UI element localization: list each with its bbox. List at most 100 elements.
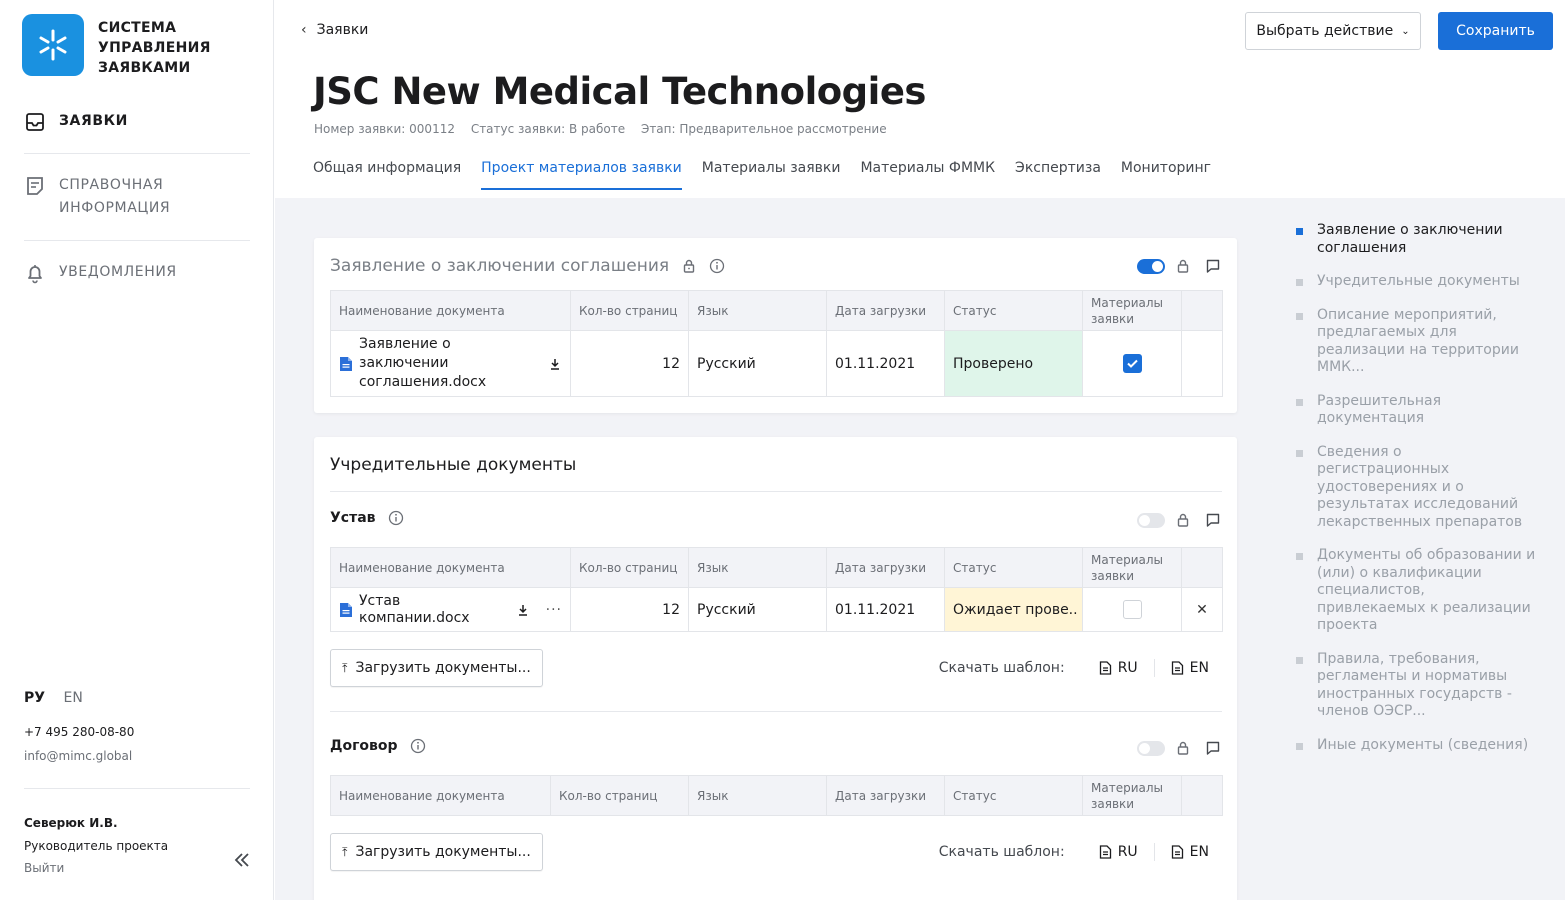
tab-fmmk[interactable]: Материалы ФММК [860,160,995,190]
materials-checkbox[interactable] [1122,600,1142,619]
logo-icon[interactable] [22,14,84,76]
column-header: Наименование документа [330,547,571,588]
visibility-toggle[interactable] [1137,512,1165,528]
subsection-title: Устав [330,510,404,526]
column-header: Статус [944,775,1083,816]
logout-link[interactable]: Выйти [24,861,64,875]
documents-table: Наименование документа Кол-во страниц Яз… [330,775,1223,816]
anchor-label: Правила, требования, регламенты и нормат… [1317,650,1512,720]
anchor-link[interactable]: Иные документы (сведения) [1296,737,1536,755]
anchor-link[interactable]: Заявление о заключении соглашения [1296,222,1536,257]
column-header: Материалы заявки [1082,290,1182,331]
sidebar-item-notifications[interactable]: УВЕДОМЛЕНИЯ [24,261,250,284]
save-button[interactable]: Сохранить [1438,12,1553,50]
language-switch: РУ EN [24,690,97,706]
column-header: Статус [944,290,1083,331]
column-header: Дата загрузки [826,290,945,331]
anchor-link[interactable]: Документы об образовании и (или) о квали… [1296,547,1536,635]
more-options-icon[interactable]: ··· [546,602,562,618]
column-header: Кол-во страниц [550,775,689,816]
doc-name-link[interactable]: Устав компании.docx [359,593,508,627]
anchor-link[interactable]: Разрешительная документация [1296,393,1536,428]
brand-line: СИСТЕМА [98,20,177,36]
upload-label: Загрузить документы... [355,844,531,860]
upload-documents-button[interactable]: ⤒ Загрузить документы... [330,649,543,687]
delete-icon[interactable]: ✕ [1181,587,1223,632]
user-role: Руководитель проекта [24,839,169,853]
bullet-icon [1296,449,1303,457]
anchor-link[interactable]: Описание мероприятий, предлагаемых для р… [1296,307,1536,377]
info-icon[interactable] [709,258,725,274]
doc-name-link[interactable]: Заявление о заключении соглашения.docx [359,335,540,392]
docx-file-icon [340,356,352,371]
docx-file-icon [340,602,352,617]
chevron-down-icon: ⌄ [1401,25,1410,37]
anchor-link[interactable]: Сведения о регистрационных удостоверения… [1296,444,1536,532]
download-icon[interactable] [516,603,530,617]
anchor-label: Сведения о регистрационных удостоверения… [1317,443,1523,530]
collapse-sidebar-icon[interactable] [232,850,252,870]
documents-table: Наименование документа Кол-во страниц Яз… [330,290,1223,397]
subsection-title-text: Устав [330,510,376,526]
column-header: Язык [688,775,827,816]
section-title: Заявление о заключении соглашения [330,256,725,276]
subsection-title-text: Договор [330,738,398,754]
upload-label: Загрузить документы... [355,660,531,676]
visibility-toggle[interactable] [1137,258,1165,274]
tab-materials[interactable]: Материалы заявки [702,160,841,190]
template-en-link[interactable]: EN [1171,660,1209,676]
divider [1153,843,1155,861]
cell-doc-name: Заявление о заключении соглашения.docx [330,330,571,397]
template-ru-link[interactable]: RU [1099,844,1138,860]
table-row: Устав компании.docx ··· 12 Русский 01.11… [330,587,1223,632]
lock-icon[interactable] [1175,258,1191,274]
card-founding-documents: Учредительные документы Устав Наименован… [314,437,1237,900]
anchor-label: Разрешительная документация [1317,392,1441,427]
tab-general[interactable]: Общая информация [313,160,461,190]
anchor-label: Заявление о заключении соглашения [1317,222,1503,256]
divider [24,153,250,154]
visibility-toggle[interactable] [1137,740,1165,756]
info-icon[interactable] [388,510,404,526]
lock-icon[interactable] [1175,512,1191,528]
contact-phone[interactable]: +7 495 280-08-80 [24,725,134,739]
sidebar: СИСТЕМА УПРАВЛЕНИЯ ЗАЯВКАМИ ЗАЯВКИ СПРАВ… [0,0,274,900]
lock-icon [683,259,695,273]
divider [24,788,250,789]
anchor-label: Учредительные документы [1317,273,1520,289]
language-en[interactable]: EN [64,690,83,706]
comment-icon[interactable] [1205,740,1221,756]
column-header-empty [1181,547,1223,588]
sidebar-item-requests[interactable]: ЗАЯВКИ [24,110,250,133]
comment-icon[interactable] [1205,512,1221,528]
template-ru-label: RU [1117,660,1138,676]
tab-expertise[interactable]: Экспертиза [1015,160,1101,190]
document-icon [27,177,43,195]
tab-monitoring[interactable]: Мониторинг [1121,160,1211,190]
sidebar-item-reference[interactable]: СПРАВОЧНАЯ ИНФОРМАЦИЯ [24,174,250,220]
info-icon[interactable] [410,738,426,754]
template-en-link[interactable]: EN [1171,844,1209,860]
contact-email[interactable]: info@mimc.global [24,749,132,763]
tab-draft-materials[interactable]: Проект материалов заявки [481,160,682,190]
template-ru-link[interactable]: RU [1099,660,1138,676]
materials-checkbox[interactable] [1122,354,1142,373]
section-tools [1137,740,1221,756]
comment-icon[interactable] [1205,258,1221,274]
language-ru[interactable]: РУ [24,690,45,706]
anchor-link[interactable]: Учредительные документы [1296,273,1536,291]
select-action-button[interactable]: Выбрать действие ⌄ [1245,12,1421,50]
lock-icon[interactable] [1175,740,1191,756]
sidebar-item-label: ЗАЯВКИ [59,113,128,129]
column-header: Наименование документа [330,290,571,331]
upload-documents-button[interactable]: ⤒ Загрузить документы... [330,833,543,871]
user-name: Северюк И.В. [24,816,118,830]
download-icon[interactable] [548,357,562,371]
select-action-label: Выбрать действие [1256,23,1394,39]
template-en-label: EN [1189,660,1209,676]
template-ru-label: RU [1117,844,1138,860]
anchor-link[interactable]: Правила, требования, регламенты и нормат… [1296,651,1536,721]
divider [24,240,250,241]
breadcrumb-back[interactable]: ‹ Заявки [301,22,368,38]
column-header-empty [1181,290,1223,331]
